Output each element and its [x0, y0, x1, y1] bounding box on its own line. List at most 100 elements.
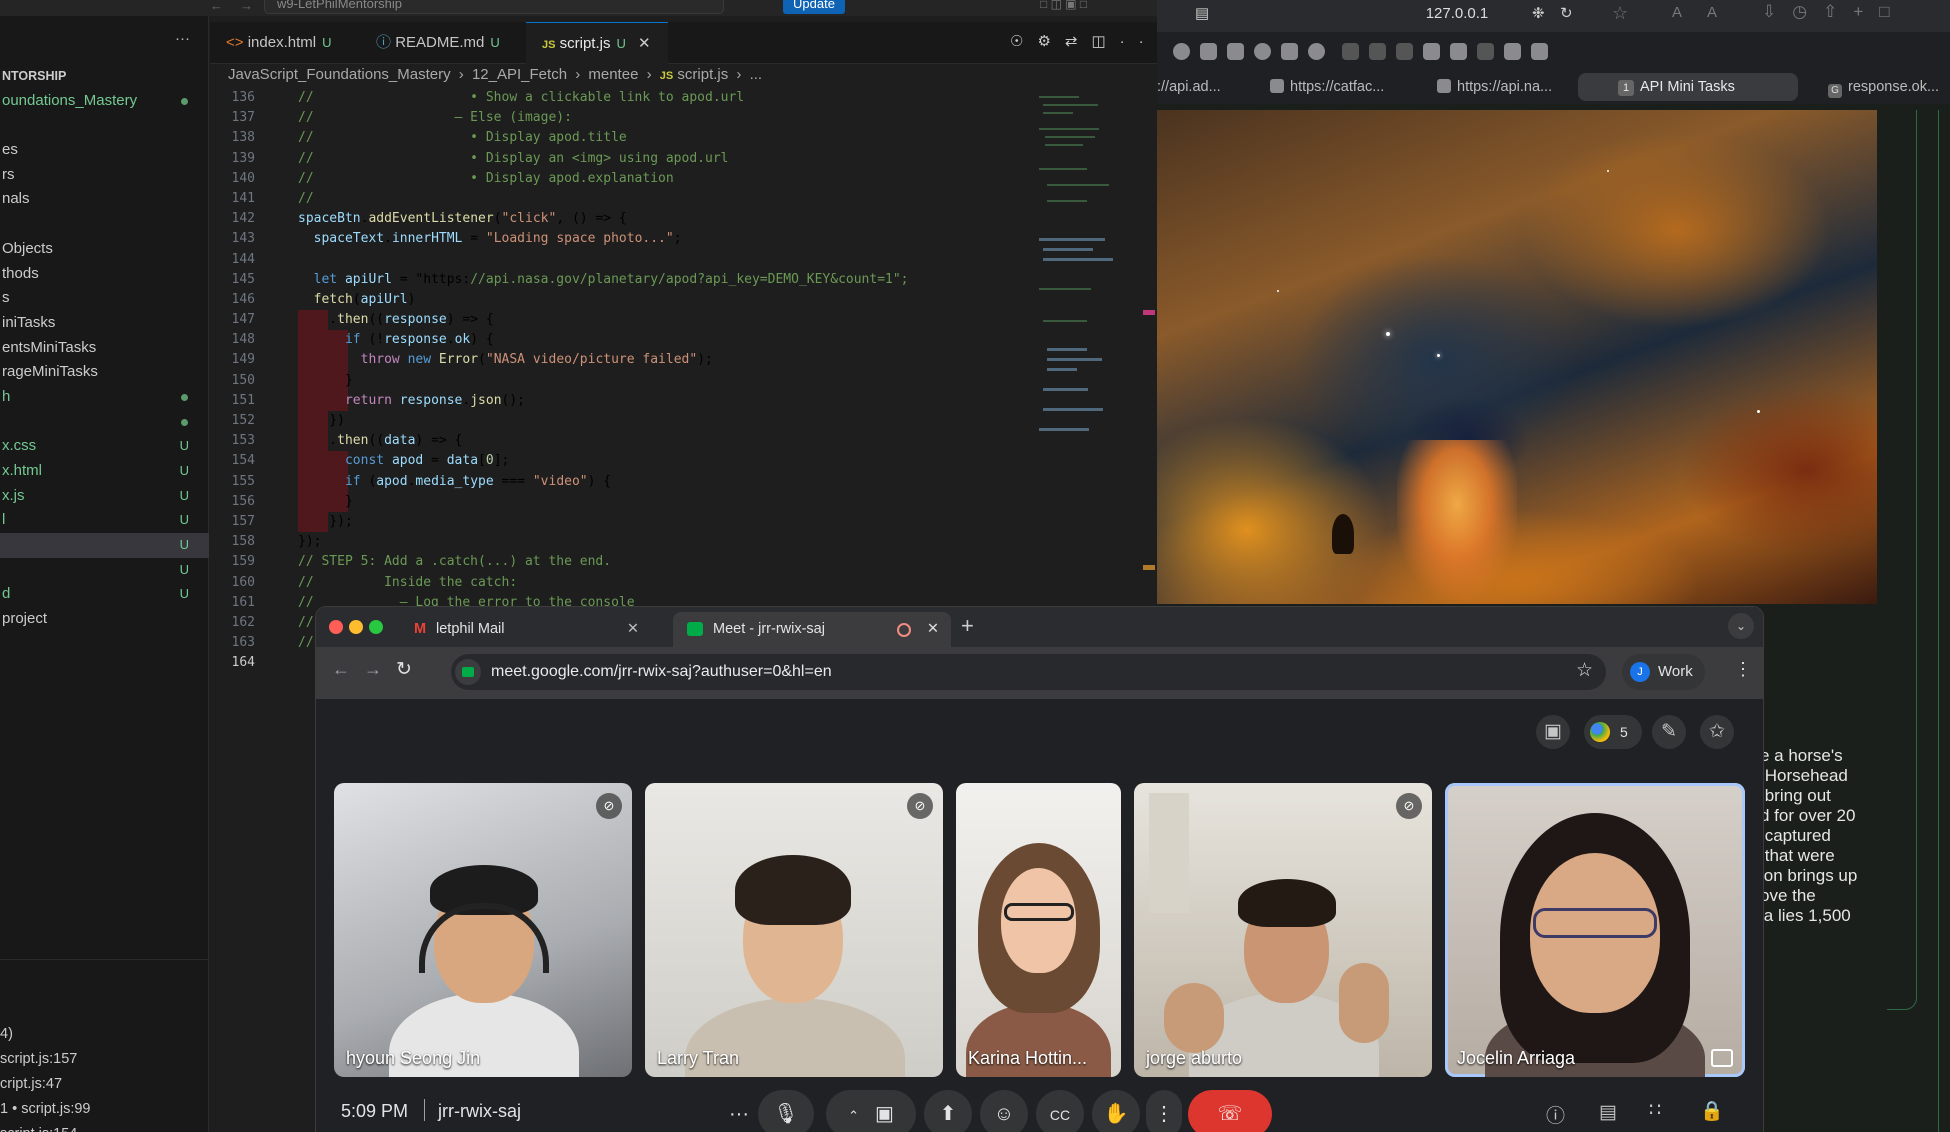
tab-readme-md[interactable]: ⓘ README.md U [360, 22, 526, 64]
explorer-item[interactable]: iniTasks [0, 311, 209, 336]
code-line[interactable]: 158}); [210, 532, 1040, 552]
nav-forward-icon[interactable]: → [240, 0, 253, 13]
profile-chip[interactable]: J Work [1622, 654, 1705, 690]
minimap[interactable] [1035, 88, 1125, 458]
breadcrumb-item[interactable]: script.js [677, 66, 728, 83]
back-icon[interactable]: ← [332, 659, 350, 680]
command-center[interactable]: w9-LetPhilMentorship [264, 0, 724, 14]
more-actions-icon[interactable]: ··· [175, 30, 190, 47]
nav-back-icon[interactable]: ← [210, 0, 223, 13]
layout-icons[interactable]: □ ◫ ▣ □ [1040, 0, 1087, 11]
update-button[interactable]: Update [783, 0, 845, 14]
browser-actions-icons[interactable]: ⇩◷⇧+□ [1762, 2, 1906, 22]
code-line[interactable]: 148 if (!response.ok) { [210, 330, 1040, 351]
explorer-item[interactable]: rageMiniTasks [0, 360, 209, 385]
translate-icon[interactable]: ❉ [1532, 4, 1545, 22]
explorer-item[interactable]: s [0, 286, 209, 311]
bookmark-icon[interactable] [1477, 43, 1494, 60]
problem-item[interactable]: script.js:154 [0, 1122, 209, 1132]
font-larger-icon[interactable]: A [1707, 4, 1717, 21]
close-tab-icon[interactable]: ✕ [638, 35, 651, 52]
star-icon[interactable]: ☆ [1612, 3, 1628, 24]
participants-button[interactable]: 5 [1584, 715, 1642, 749]
code-line[interactable]: 142 spaceBtn.addEventListener("click", ()… [210, 209, 1040, 229]
code-line[interactable]: 160 // Inside the catch: [210, 573, 1040, 593]
explorer-item[interactable]: h [0, 385, 209, 410]
omnibox[interactable]: meet.google.com/jrr-rwix-saj?authuser=0&… [451, 654, 1606, 690]
explorer-item[interactable] [0, 113, 209, 138]
browser-tab[interactable]: https://catfac... [1270, 73, 1384, 101]
explorer-item[interactable]: nals [0, 187, 209, 212]
bookmark-icon[interactable] [1254, 43, 1271, 60]
breadcrumb-item[interactable]: JavaScript_Foundations_Mastery [228, 66, 451, 83]
explorer-item[interactable]: x.html U [0, 459, 209, 484]
code-line[interactable]: 147 .then((response) => { [210, 310, 1040, 331]
sidebar-icon[interactable]: ▤ [1195, 4, 1209, 22]
explorer-item[interactable] [0, 410, 209, 435]
github-icon[interactable] [1308, 43, 1325, 60]
meeting-info-icon[interactable]: ⓘ [1546, 1101, 1565, 1128]
mic-toggle-button[interactable]: 🎙 [758, 1090, 814, 1132]
unpin-icon[interactable]: ✩ [1700, 715, 1734, 749]
more-actions-button[interactable]: ⋮ [1146, 1090, 1182, 1132]
host-controls-icon[interactable]: 🔒 [1700, 1099, 1724, 1123]
explorer-item[interactable] [0, 212, 209, 237]
problem-item[interactable]: cript.js:47 [0, 1072, 209, 1097]
browser-tab[interactable]: ://api.ad... [1157, 73, 1221, 101]
tab-script-js[interactable]: JS script.js U ✕ [526, 22, 668, 64]
explorer-item[interactable]: rs [0, 163, 209, 188]
code-line[interactable]: 141 // [210, 189, 1040, 209]
camera-toggle-button[interactable]: ⌃ ▣ [826, 1090, 916, 1132]
code-line[interactable]: 146 fetch(apiUrl) [210, 290, 1040, 310]
explorer-item[interactable]: x.css U [0, 434, 209, 459]
browser-tab-active[interactable]: 1 API Mini Tasks [1578, 73, 1798, 101]
bookmark-icon[interactable] [1396, 43, 1413, 60]
breadcrumb-item[interactable]: mentee [588, 66, 638, 83]
bookmark-icon[interactable] [1173, 43, 1190, 60]
activities-icon[interactable]: ∷ [1649, 1099, 1661, 1122]
explorer-item[interactable]: es [0, 138, 209, 163]
font-smaller-icon[interactable]: A [1672, 4, 1682, 21]
code-line[interactable]: 143 spaceText.innerHTML = "Loading space… [210, 229, 1040, 249]
code-line[interactable]: 144 [210, 250, 1040, 270]
explorer-item[interactable]: dU [0, 582, 209, 607]
bookmark-icon[interactable] [1281, 43, 1298, 60]
code-line[interactable]: 157 }); [210, 511, 1040, 533]
hide-self-view-icon[interactable]: ▣ [1536, 715, 1570, 749]
explorer-item[interactable]: thods [0, 262, 209, 287]
chrome-tab-mail[interactable]: M letphil Mail ✕ [396, 612, 651, 647]
bookmark-icon[interactable] [1531, 43, 1548, 60]
bookmark-icon[interactable] [1504, 43, 1521, 60]
more-options-icon[interactable]: ··· [722, 1090, 756, 1132]
leave-call-button[interactable]: ☏ [1188, 1090, 1272, 1132]
minimize-window-button[interactable] [349, 620, 363, 634]
breadcrumb-item[interactable]: ... [750, 66, 763, 83]
chrome-menu-icon[interactable]: ⋮ [1734, 659, 1752, 680]
code-editor[interactable]: 136 // • Show a clickable link to apod.ur… [210, 88, 1040, 678]
code-line[interactable]: 136 // • Show a clickable link to apod.ur… [210, 88, 1040, 108]
bookmark-icon[interactable] [1369, 43, 1386, 60]
bookmark-icon[interactable] [1450, 43, 1467, 60]
code-line[interactable]: 137 // – Else (image): [210, 108, 1040, 128]
captions-button[interactable]: CC [1036, 1090, 1084, 1132]
new-tab-icon[interactable]: + [961, 613, 974, 639]
raise-hand-button[interactable]: ✋ [1092, 1090, 1140, 1132]
maximize-window-button[interactable] [369, 620, 383, 634]
reload-icon[interactable]: ↻ [396, 658, 412, 681]
reload-icon[interactable]: ↻ [1560, 4, 1573, 22]
breadcrumb-item[interactable]: 12_API_Fetch [472, 66, 567, 83]
explorer-item[interactable]: x.js U [0, 484, 209, 509]
reactions-button[interactable]: ☺ [980, 1090, 1028, 1132]
explorer-item[interactable]: oundations_Mastery [0, 89, 209, 114]
code-line[interactable]: 145 let apiUrl = "https://api.nasa.gov/p… [210, 270, 1040, 290]
participant-tile-active-speaker[interactable]: Jocelin Arriaga [1445, 783, 1745, 1077]
explorer-item[interactable]: U [0, 533, 209, 558]
explorer-item[interactable]: lU [0, 508, 209, 533]
code-line[interactable]: 152 }) [210, 411, 1040, 432]
code-line[interactable]: 139 // • Display an <img> using apod.url [210, 149, 1040, 169]
bookmark-star-icon[interactable]: ☆ [1576, 653, 1593, 689]
participant-tile[interactable]: ⊘ jorge aburto [1134, 783, 1432, 1077]
pip-icon[interactable] [1711, 1049, 1733, 1067]
code-line[interactable]: 140 // • Display apod.explanation [210, 169, 1040, 189]
participant-tile[interactable]: ⊘ hyoun Seong Jin [334, 783, 632, 1077]
